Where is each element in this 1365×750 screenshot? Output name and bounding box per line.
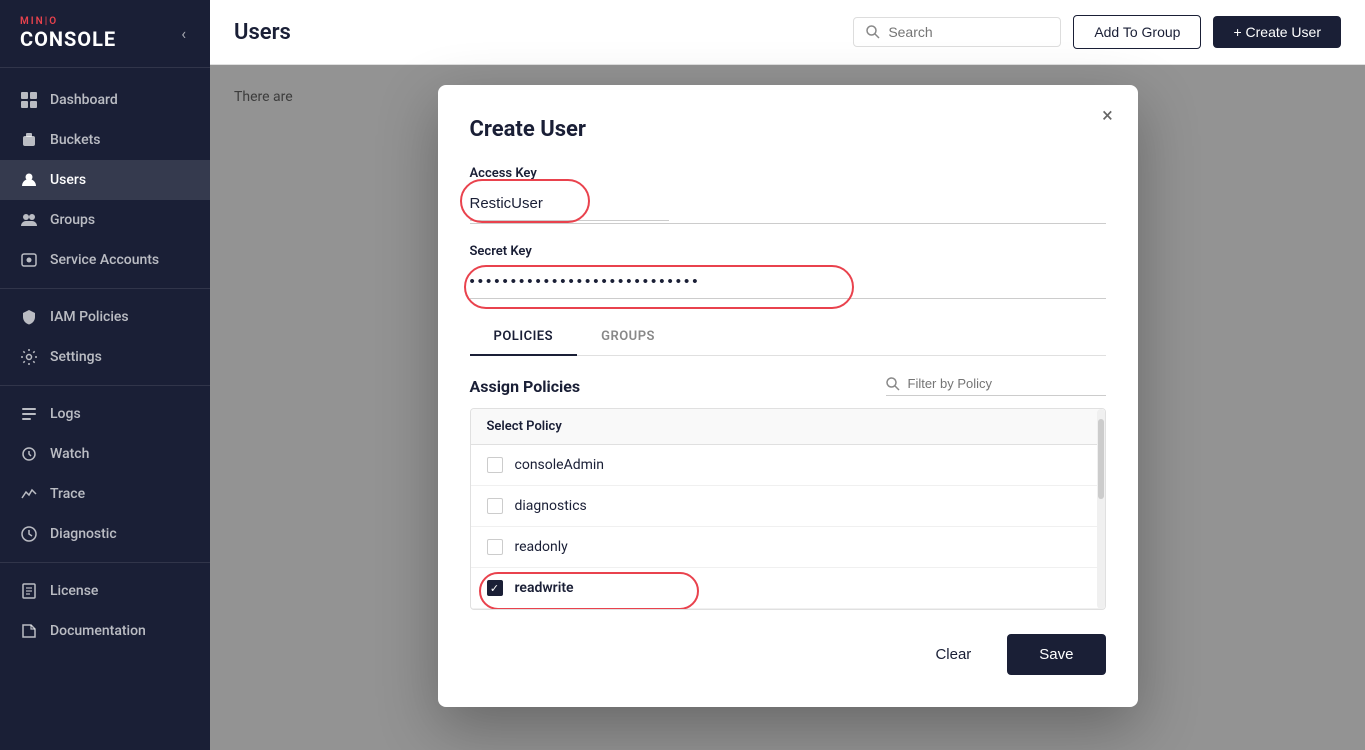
nav-divider-3 xyxy=(0,562,210,563)
assign-policies-section: Assign Policies xyxy=(470,376,1106,396)
save-button[interactable]: Save xyxy=(1007,634,1105,675)
sidebar-item-license[interactable]: License xyxy=(0,571,210,611)
sidebar-item-label: Settings xyxy=(50,349,102,365)
sidebar-item-dashboard[interactable]: Dashboard xyxy=(0,80,210,120)
policy-row[interactable]: readonly xyxy=(471,527,1105,568)
sidebar-item-users[interactable]: Users xyxy=(0,160,210,200)
readwrite-row-wrapper: readwrite xyxy=(471,568,1105,609)
sidebar-nav: Dashboard Buckets Users xyxy=(0,68,210,750)
sidebar-item-iam-policies[interactable]: IAM Policies xyxy=(0,297,210,337)
trace-icon xyxy=(20,485,38,503)
search-icon xyxy=(866,25,880,39)
policy-list: consoleAdmin diagnostics readonly xyxy=(471,445,1105,609)
nav-divider-2 xyxy=(0,385,210,386)
sidebar-item-buckets[interactable]: Buckets xyxy=(0,120,210,160)
grid-icon xyxy=(20,91,38,109)
logo-console: CONSOLE xyxy=(20,27,116,51)
policy-checkbox-readonly[interactable] xyxy=(487,539,503,555)
policy-row[interactable]: consoleAdmin xyxy=(471,445,1105,486)
sidebar-item-label: Diagnostic xyxy=(50,526,117,542)
select-policy-header: Select Policy xyxy=(471,409,1105,445)
assign-policies-label: Assign Policies xyxy=(470,377,581,396)
policy-name-consoleadmin: consoleAdmin xyxy=(515,457,605,473)
logs-icon xyxy=(20,405,38,423)
watch-icon xyxy=(20,445,38,463)
user-icon xyxy=(20,171,38,189)
modal-close-button[interactable]: × xyxy=(1094,101,1122,129)
logo-mini: MIN|O xyxy=(20,16,116,27)
page-title: Users xyxy=(234,20,291,45)
scrollbar-thumb xyxy=(1098,419,1104,499)
policy-table-scrollbar[interactable] xyxy=(1097,409,1105,609)
sidebar-item-label: Watch xyxy=(50,446,89,462)
main-body: There are × Create User Access Key Secre xyxy=(210,65,1365,750)
sidebar-item-label: Trace xyxy=(50,486,85,502)
sidebar-item-trace[interactable]: Trace xyxy=(0,474,210,514)
header-actions: Add To Group + Create User xyxy=(853,15,1341,49)
docs-icon xyxy=(20,622,38,640)
policy-name-readwrite: readwrite xyxy=(515,580,574,596)
bucket-icon xyxy=(20,131,38,149)
logo: MIN|O CONSOLE xyxy=(20,16,116,51)
sidebar-item-groups[interactable]: Groups xyxy=(0,200,210,240)
secret-key-input[interactable] xyxy=(470,265,1106,299)
search-bar[interactable] xyxy=(853,17,1061,47)
sidebar-item-label: Users xyxy=(50,172,86,188)
gear-icon xyxy=(20,348,38,366)
policy-table: Select Policy consoleAdmin diagnostics xyxy=(470,408,1106,610)
access-key-input[interactable] xyxy=(470,187,669,221)
clear-button[interactable]: Clear xyxy=(915,636,991,673)
sidebar-item-label: IAM Policies xyxy=(50,309,129,325)
sidebar-item-label: Groups xyxy=(50,212,95,228)
modal-footer: Clear Save xyxy=(470,634,1106,675)
modal-overlay: × Create User Access Key Secret Key xyxy=(210,65,1365,750)
sidebar-item-label: Buckets xyxy=(50,132,100,148)
sidebar-item-label: Documentation xyxy=(50,623,146,639)
diagnostic-icon xyxy=(20,525,38,543)
license-icon xyxy=(20,582,38,600)
tab-policies[interactable]: POLICIES xyxy=(470,319,578,356)
sidebar-item-label: Logs xyxy=(50,406,81,422)
group-icon xyxy=(20,211,38,229)
sidebar-item-label: License xyxy=(50,583,98,599)
sidebar-logo: MIN|O CONSOLE ‹ xyxy=(0,0,210,68)
main-header: Users Add To Group + Create User xyxy=(210,0,1365,65)
sidebar-item-watch[interactable]: Watch xyxy=(0,434,210,474)
search-input[interactable] xyxy=(888,24,1048,40)
modal-title: Create User xyxy=(470,117,1106,142)
policy-checkbox-consoleadmin[interactable] xyxy=(487,457,503,473)
sidebar-item-label: Dashboard xyxy=(50,92,118,108)
shield-icon xyxy=(20,308,38,326)
policy-row-readwrite[interactable]: readwrite xyxy=(471,568,1105,609)
sidebar-collapse-button[interactable]: ‹ xyxy=(177,20,190,47)
modal-tabs: POLICIES GROUPS xyxy=(470,319,1106,356)
sidebar-item-service-accounts[interactable]: Service Accounts xyxy=(0,240,210,280)
sidebar: MIN|O CONSOLE ‹ Dashboard xyxy=(0,0,210,750)
policy-checkbox-diagnostics[interactable] xyxy=(487,498,503,514)
main-content: Users Add To Group + Create User There a… xyxy=(210,0,1365,750)
create-user-modal: × Create User Access Key Secret Key xyxy=(438,85,1138,707)
filter-policy-input[interactable] xyxy=(908,376,1088,391)
secret-key-label: Secret Key xyxy=(470,244,1106,259)
policy-name-diagnostics: diagnostics xyxy=(515,498,587,514)
service-icon xyxy=(20,251,38,269)
filter-wrapper xyxy=(886,376,1106,396)
sidebar-item-logs[interactable]: Logs xyxy=(0,394,210,434)
add-to-group-button[interactable]: Add To Group xyxy=(1073,15,1201,49)
policy-name-readonly: readonly xyxy=(515,539,568,555)
policy-row[interactable]: diagnostics xyxy=(471,486,1105,527)
tab-groups[interactable]: GROUPS xyxy=(577,319,679,356)
filter-search-icon xyxy=(886,377,900,391)
sidebar-item-settings[interactable]: Settings xyxy=(0,337,210,377)
create-user-button[interactable]: + Create User xyxy=(1213,16,1341,48)
sidebar-item-documentation[interactable]: Documentation xyxy=(0,611,210,651)
access-key-label: Access Key xyxy=(470,166,1106,181)
sidebar-item-diagnostic[interactable]: Diagnostic xyxy=(0,514,210,554)
sidebar-item-label: Service Accounts xyxy=(50,252,159,268)
nav-divider xyxy=(0,288,210,289)
access-key-group: Access Key xyxy=(470,166,1106,224)
secret-key-group: Secret Key xyxy=(470,244,1106,299)
policy-checkbox-readwrite[interactable] xyxy=(487,580,503,596)
